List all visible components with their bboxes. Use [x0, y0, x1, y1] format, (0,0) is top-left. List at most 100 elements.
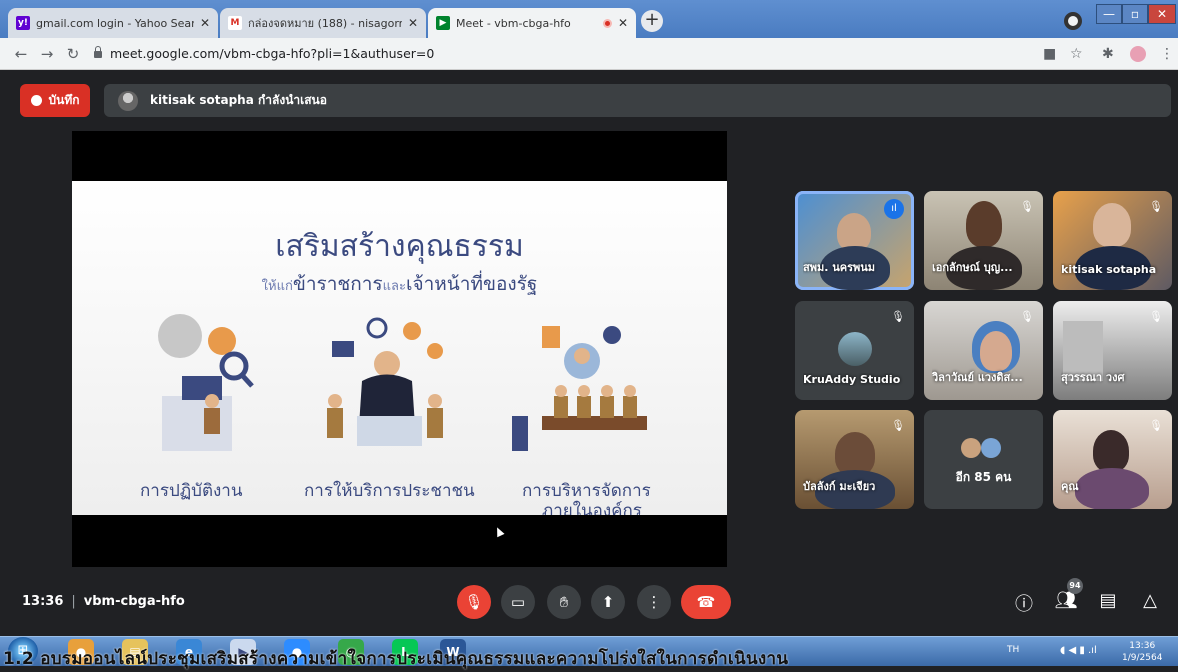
speaking-indicator-icon: ıl: [884, 199, 904, 219]
mic-off-button[interactable]: 🎙︎: [457, 585, 491, 619]
minimize-button[interactable]: —: [1096, 4, 1122, 24]
slide-subtitle: ให้แก่ข้าราชการและเจ้าหน้าที่ของรัฐ: [72, 269, 727, 299]
participant-video: [1093, 430, 1129, 472]
participant-tile[interactable]: 🎙︎ บัลลังก์ มะเจียว: [795, 410, 914, 509]
maximize-button[interactable]: ▫: [1122, 4, 1148, 24]
gmail-icon: M: [228, 16, 242, 30]
participant-name: kitisak sotapha: [1061, 263, 1157, 276]
participant-avatar: [961, 438, 981, 458]
participant-tile[interactable]: 🎙︎ คุณ: [1053, 410, 1172, 509]
slide-title: เสริมสร้างคุณธรรม: [275, 229, 524, 264]
recording-button[interactable]: บันทึก: [20, 84, 90, 117]
meeting-code: vbm-cbga-hfo: [83, 594, 185, 609]
record-label: บันทึก: [48, 93, 80, 107]
close-tab-icon[interactable]: ✕: [408, 16, 418, 30]
record-dot-icon: [30, 95, 42, 106]
end-call-button[interactable]: ☎: [681, 585, 731, 619]
new-tab-button[interactable]: +: [641, 10, 663, 32]
more-participants-tile[interactable]: อีก 85 คน: [924, 410, 1043, 509]
slide-label-organization: ภายในองค์กร: [542, 501, 642, 515]
bookmark-star-icon[interactable]: ☆: [1070, 46, 1083, 62]
close-tab-icon[interactable]: ✕: [618, 16, 628, 30]
participant-tile[interactable]: 🎙︎ kitisak sotapha: [1053, 191, 1172, 290]
slide-subtitle-part: และ: [382, 279, 406, 294]
slide-label-work: การปฏิบัติงาน: [140, 481, 243, 501]
tab-meet[interactable]: ▶ Meet - vbm-cbga-hfo ✕: [428, 8, 636, 38]
mic-off-icon: 🎙︎: [1149, 310, 1163, 323]
address-bar: ← → ↻ meet.google.com/vbm-cbga-hfo?pli=1…: [0, 38, 1178, 70]
meet-icon: ▶: [436, 16, 450, 30]
mic-off-icon: 🎙︎: [1149, 419, 1163, 432]
lock-icon: [94, 46, 102, 58]
participant-name: บัลลังก์ มะเจียว: [803, 480, 876, 493]
more-participants-label: อีก 85 คน: [955, 470, 1012, 484]
participant-tile[interactable]: 🎙︎ เอกลักษณ์ บุญ...: [924, 191, 1043, 290]
participant-name: KruAddy Studio: [803, 373, 901, 386]
extensions-icon[interactable]: ✱: [1102, 46, 1114, 62]
participant-name: สุวรรณา วงศ: [1061, 371, 1125, 384]
recording-indicator-icon: [602, 18, 612, 28]
yahoo-icon: y!: [16, 16, 30, 30]
service-illustration: [327, 317, 443, 446]
raise-hand-button[interactable]: ✋︎: [547, 585, 581, 619]
tab-title: gmail.com login - Yahoo Search R: [36, 16, 194, 30]
slide-subtitle-part: ให้แก่: [261, 279, 293, 294]
meeting-time: 13:36: [22, 594, 64, 609]
mic-off-icon: 🎙︎: [891, 310, 905, 323]
chrome-profile-icon[interactable]: [1064, 12, 1082, 30]
camera-button[interactable]: ▭: [501, 585, 535, 619]
presenter-banner: kitisak sotapha กำลังนำเสนอ: [104, 84, 1171, 117]
mic-off-icon: 🎙︎: [1020, 310, 1034, 323]
meeting-details: 13:36 | vbm-cbga-hfo: [22, 594, 185, 609]
work-illustration: [158, 314, 254, 451]
slide-subtitle-part: ข้าราชการ: [292, 273, 383, 295]
close-tab-icon[interactable]: ✕: [200, 16, 210, 30]
tab-gmail[interactable]: M กล่องจดหมาย (188) - nisagornkh@ ✕: [220, 8, 426, 38]
tab-title: Meet - vbm-cbga-hfo: [456, 16, 571, 30]
tab-yahoo-search[interactable]: y! gmail.com login - Yahoo Search R ✕: [8, 8, 218, 38]
presentation-slide: เสริมสร้างคุณธรรม ให้แก่ข้าราชการและเจ้า…: [72, 181, 727, 515]
clock-date: 1/9/2564: [1122, 653, 1163, 663]
participant-name: เอกลักษณ์ บุญ...: [932, 261, 1013, 274]
language-indicator[interactable]: TH: [1007, 645, 1019, 655]
participant-tile[interactable]: 🎙︎ วิลาวัณย์ แวงดิส...: [924, 301, 1043, 400]
system-clock[interactable]: 13:36 1/9/2564: [1122, 640, 1162, 664]
participant-tile[interactable]: 🎙︎ สุวรรณา วงศ: [1053, 301, 1172, 400]
participant-avatar: [981, 438, 1001, 458]
system-tray-icons[interactable]: ◖ ◀ ▮ .ıl: [1060, 645, 1097, 656]
close-window-button[interactable]: ✕: [1148, 4, 1176, 24]
more-options-button[interactable]: ⋮: [637, 585, 671, 619]
video-caption-overlay: 1.2 อบรมออนไลน์ประชุมเสริมสร้างความเข้าใ…: [3, 649, 789, 669]
reload-icon[interactable]: ↻: [60, 45, 86, 63]
slide-subtitle-part: เจ้าหน้าที่ของรัฐ: [405, 273, 538, 295]
activities-icon[interactable]: △: [1138, 590, 1162, 611]
url-text: meet.google.com/vbm-cbga-hfo?pli=1&authu…: [110, 46, 435, 61]
present-screen-button[interactable]: ⬆: [591, 585, 625, 619]
chat-icon[interactable]: ▤: [1096, 590, 1120, 611]
back-arrow-icon[interactable]: ←: [8, 45, 34, 63]
camera-in-use-icon[interactable]: ■: [1043, 46, 1056, 62]
participant-video: [1093, 203, 1131, 247]
management-illustration: [512, 326, 647, 451]
participant-tile[interactable]: 🎙︎ KruAddy Studio: [795, 301, 914, 400]
participant-name: คุณ: [1061, 480, 1079, 493]
presenter-text: kitisak sotapha กำลังนำเสนอ: [150, 93, 327, 107]
url-field[interactable]: meet.google.com/vbm-cbga-hfo?pli=1&authu…: [94, 46, 434, 61]
slide-label-service: การให้บริการประชาชน: [304, 481, 475, 501]
participant-video: [980, 331, 1012, 371]
participant-tile[interactable]: ıl สพม. นครพนม: [795, 191, 914, 290]
people-count-badge: 94: [1067, 578, 1083, 594]
mic-off-icon: 🎙︎: [1020, 200, 1034, 213]
presenter-avatar: [118, 90, 138, 111]
user-avatar[interactable]: [1130, 46, 1146, 62]
participant-avatar: [838, 332, 872, 366]
clock-time: 13:36: [1129, 641, 1156, 651]
tab-title: กล่องจดหมาย (188) - nisagornkh@: [248, 17, 402, 30]
participant-video: [966, 201, 1002, 247]
participant-name: วิลาวัณย์ แวงดิส...: [932, 371, 1023, 384]
mic-off-icon: 🎙︎: [891, 419, 905, 432]
meeting-info-icon[interactable]: ⓘ: [1012, 590, 1036, 616]
forward-arrow-icon[interactable]: →: [34, 45, 60, 63]
participant-name: สพม. นครพนม: [803, 261, 876, 274]
chrome-menu-icon[interactable]: ⋮: [1160, 46, 1174, 62]
